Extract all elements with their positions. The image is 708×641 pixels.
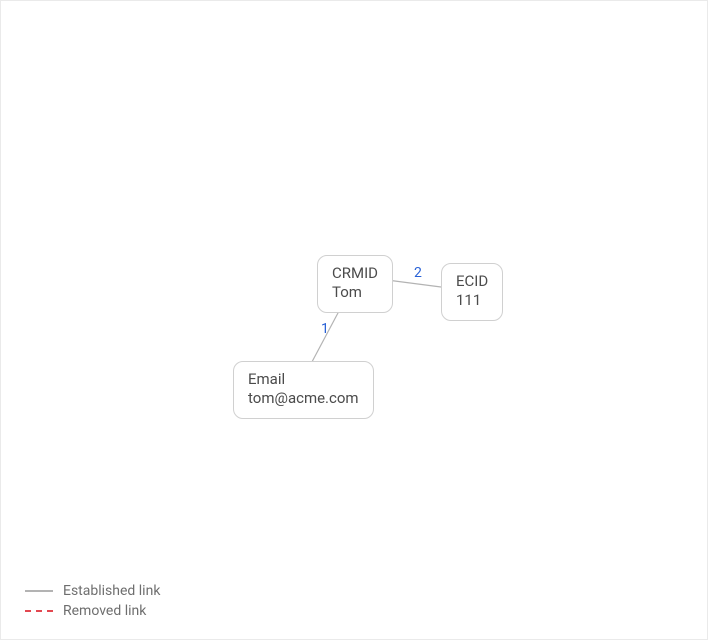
node-ecid-type: ECID bbox=[456, 272, 488, 291]
node-ecid[interactable]: ECID 111 bbox=[441, 263, 503, 321]
legend-row-removed: Removed link bbox=[25, 601, 160, 621]
node-email-value: tom@acme.com bbox=[248, 389, 359, 408]
legend-row-established: Established link bbox=[25, 581, 160, 601]
node-crmid-type: CRMID bbox=[332, 264, 378, 283]
node-crmid[interactable]: CRMID Tom bbox=[317, 255, 393, 313]
legend-label-established: Established link bbox=[63, 583, 160, 599]
node-email[interactable]: Email tom@acme.com bbox=[233, 361, 374, 419]
legend-swatch-established-icon bbox=[25, 590, 53, 592]
legend-label-removed: Removed link bbox=[63, 603, 146, 619]
node-crmid-value: Tom bbox=[332, 283, 378, 302]
node-email-type: Email bbox=[248, 370, 359, 389]
edge-label-2: 2 bbox=[414, 265, 422, 281]
node-ecid-value: 111 bbox=[456, 291, 488, 310]
graph-canvas: 1 2 CRMID Tom ECID 111 Email tom@acme.co… bbox=[1, 1, 707, 639]
edge-label-1: 1 bbox=[321, 321, 329, 337]
legend-swatch-removed-icon bbox=[25, 610, 53, 612]
diagram-frame: 1 2 CRMID Tom ECID 111 Email tom@acme.co… bbox=[0, 0, 708, 640]
edge-crmid-ecid bbox=[387, 280, 441, 287]
graph-edges-layer bbox=[1, 1, 708, 641]
legend: Established link Removed link bbox=[25, 581, 160, 621]
